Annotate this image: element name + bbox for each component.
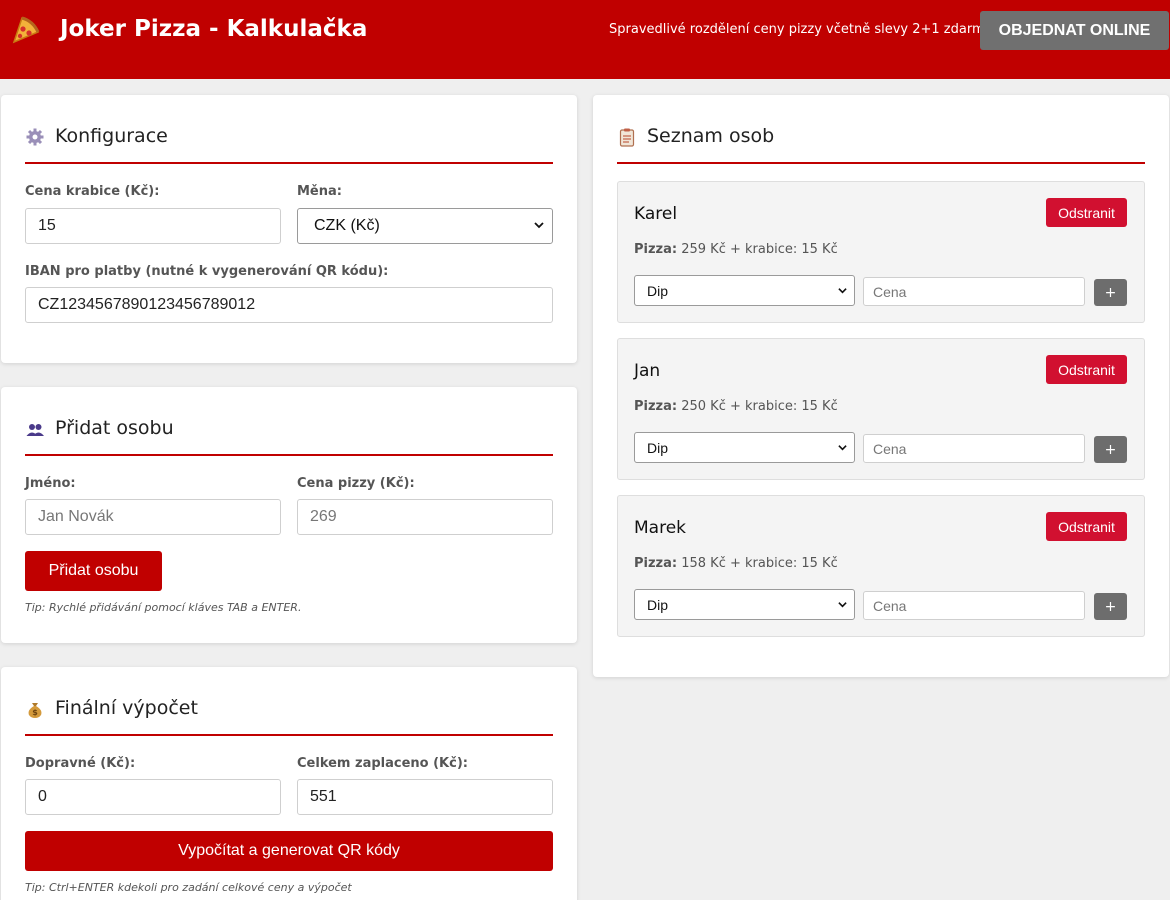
remove-person-button[interactable]: Odstranit xyxy=(1046,355,1127,384)
config-section-header: Konfigurace xyxy=(25,125,553,164)
people-icon xyxy=(26,424,44,436)
dip-select-value: Dip xyxy=(647,439,669,456)
chevron-down-icon xyxy=(838,602,847,608)
pizza-price-input[interactable]: 269 xyxy=(297,499,553,535)
dip-price-input[interactable]: Cena xyxy=(863,434,1085,463)
total-paid-label: Celkem zaplaceno (Kč): xyxy=(297,756,468,771)
pizza-label: Pizza: xyxy=(634,242,678,257)
add-dip-button[interactable]: + xyxy=(1094,593,1127,620)
iban-input[interactable]: CZ1234567890123456789012 xyxy=(25,287,553,323)
dip-select-value: Dip xyxy=(647,596,669,613)
currency-label: Měna: xyxy=(297,184,342,199)
pizza-label: Pizza: xyxy=(634,399,678,414)
delivery-input[interactable]: 0 xyxy=(25,779,281,815)
chevron-down-icon xyxy=(838,445,847,451)
final-section-header: $ Finální výpočet xyxy=(25,697,553,736)
remove-person-button[interactable]: Odstranit xyxy=(1046,512,1127,541)
add-dip-button[interactable]: + xyxy=(1094,436,1127,463)
config-card: Konfigurace Cena krabice (Kč): 15 Měna: … xyxy=(1,95,577,363)
currency-value: CZK (Kč) xyxy=(314,217,380,234)
person-pizza-detail: Pizza: 158 Kč + krabice: 15 Kč xyxy=(634,556,838,571)
chevron-down-icon xyxy=(838,288,847,294)
remove-person-button[interactable]: Odstranit xyxy=(1046,198,1127,227)
config-title: Konfigurace xyxy=(55,125,168,147)
person-card: Jan Odstranit Pizza: 250 Kč + krabice: 1… xyxy=(617,338,1145,480)
final-calculation-card: $ Finální výpočet Dopravné (Kč): 0 Celke… xyxy=(1,667,577,900)
calculate-tip: Tip: Ctrl+ENTER kdekoli pro zadání celko… xyxy=(25,881,352,894)
pizza-price-label: Cena pizzy (Kč): xyxy=(297,476,415,491)
pizza-detail-text: 250 Kč + krabice: 15 Kč xyxy=(681,399,838,414)
svg-text:$: $ xyxy=(32,708,38,717)
currency-select[interactable]: CZK (Kč) xyxy=(297,208,553,244)
add-person-card: Přidat osobu Jméno: Jan Novák Cena pizzy… xyxy=(1,387,577,643)
money-bag-icon: $ xyxy=(28,703,42,718)
app-header: Joker Pizza - Kalkulačka Spravedlivé roz… xyxy=(0,0,1170,79)
dip-select[interactable]: Dip xyxy=(634,432,855,463)
pizza-detail-text: 259 Kč + krabice: 15 Kč xyxy=(681,242,838,257)
person-pizza-detail: Pizza: 259 Kč + krabice: 15 Kč xyxy=(634,242,838,257)
person-card: Karel Odstranit Pizza: 259 Kč + krabice:… xyxy=(617,181,1145,323)
add-person-tip: Tip: Rychlé přidávání pomocí kláves TAB … xyxy=(25,601,302,614)
pizza-slice-icon xyxy=(12,16,40,44)
dip-select[interactable]: Dip xyxy=(634,275,855,306)
add-person-button[interactable]: Přidat osobu xyxy=(25,551,162,591)
final-title: Finální výpočet xyxy=(55,697,198,719)
calculate-button[interactable]: Vypočítat a generovat QR kódy xyxy=(25,831,553,871)
add-dip-button[interactable]: + xyxy=(1094,279,1127,306)
add-person-section-header: Přidat osobu xyxy=(25,417,553,456)
dip-select-value: Dip xyxy=(647,282,669,299)
persons-title: Seznam osob xyxy=(647,125,775,147)
person-name: Karel xyxy=(634,204,678,224)
dip-price-input[interactable]: Cena xyxy=(863,591,1085,620)
pizza-label: Pizza: xyxy=(634,556,678,571)
clipboard-icon xyxy=(619,128,635,147)
persons-section-header: Seznam osob xyxy=(617,125,1145,164)
dip-price-input[interactable]: Cena xyxy=(863,277,1085,306)
person-name: Marek xyxy=(634,518,687,538)
dip-select[interactable]: Dip xyxy=(634,589,855,620)
person-name: Jan xyxy=(634,361,661,381)
person-pizza-detail: Pizza: 250 Kč + krabice: 15 Kč xyxy=(634,399,838,414)
gear-icon xyxy=(26,128,44,146)
pizza-detail-text: 158 Kč + krabice: 15 Kč xyxy=(681,556,838,571)
box-price-label: Cena krabice (Kč): xyxy=(25,184,160,199)
app-subtitle: Spravedlivé rozdělení ceny pizzy včetně … xyxy=(609,22,993,37)
name-label: Jméno: xyxy=(25,476,76,491)
chevron-down-icon xyxy=(534,222,544,229)
person-card: Marek Odstranit Pizza: 158 Kč + krabice:… xyxy=(617,495,1145,637)
delivery-label: Dopravné (Kč): xyxy=(25,756,136,771)
persons-list-card: Seznam osob Karel Odstranit Pizza: 259 K… xyxy=(593,95,1169,677)
total-paid-input[interactable]: 551 xyxy=(297,779,553,815)
box-price-input[interactable]: 15 xyxy=(25,208,281,244)
iban-label: IBAN pro platby (nutné k vygenerování QR… xyxy=(25,264,389,279)
add-person-title: Přidat osobu xyxy=(55,417,174,439)
app-title: Joker Pizza - Kalkulačka xyxy=(60,16,368,42)
order-online-button[interactable]: OBJEDNAT ONLINE xyxy=(980,11,1169,50)
name-input[interactable]: Jan Novák xyxy=(25,499,281,535)
